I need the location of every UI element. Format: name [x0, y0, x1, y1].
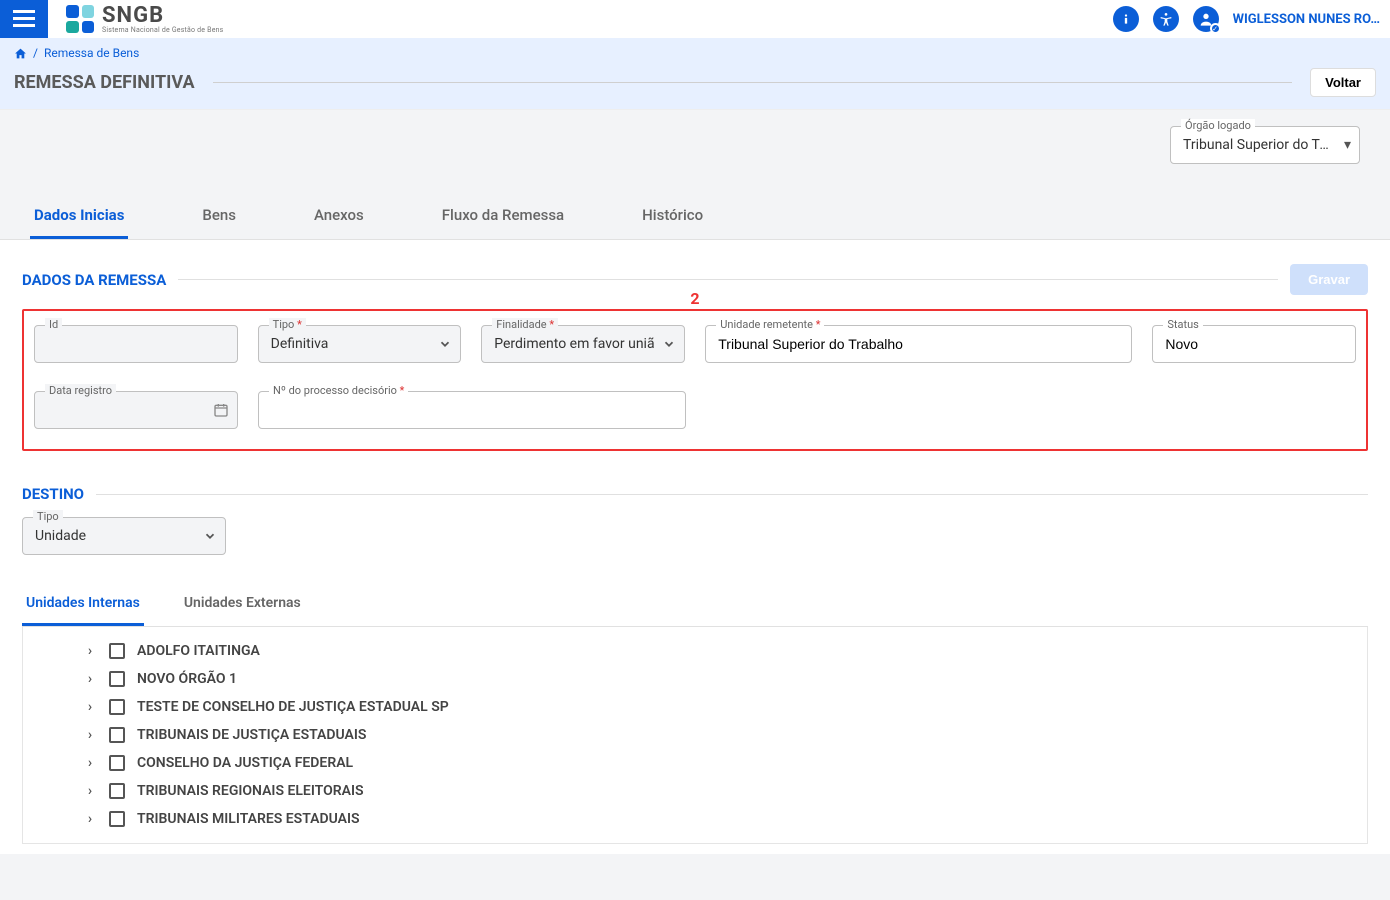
checkbox[interactable]: [109, 755, 125, 771]
page-header: / Remessa de Bens REMESSA DEFINITIVA Vol…: [0, 38, 1390, 110]
breadcrumb-remessa[interactable]: Remessa de Bens: [44, 46, 139, 60]
section-destino: DESTINO Tipo Unidade Unidades Internas U…: [0, 461, 1390, 854]
chevron-down-icon: [662, 337, 676, 351]
data-registro-label: Data registro: [45, 384, 116, 397]
unidade-label: Unidade remetente *: [716, 318, 824, 331]
finalidade-value: Perdimento em favor uniã: [494, 336, 654, 352]
tree-item[interactable]: › TRIBUNAIS MILITARES ESTADUAIS: [23, 805, 1367, 833]
num-processo-label: Nº do processo decisório *: [269, 384, 408, 397]
tipo-select[interactable]: Tipo * Definitiva: [258, 325, 462, 363]
tree-item-label: TRIBUNAIS MILITARES ESTADUAIS: [137, 811, 360, 827]
finalidade-select[interactable]: Finalidade * Perdimento em favor uniã: [481, 325, 685, 363]
chevron-right-icon[interactable]: ›: [83, 671, 97, 687]
tree-item[interactable]: › CONSELHO DA JUSTIÇA FEDERAL: [23, 749, 1367, 777]
checkbox[interactable]: [109, 699, 125, 715]
chevron-down-icon: [203, 529, 217, 543]
destino-tipo-label: Tipo: [33, 510, 63, 523]
divider: [213, 82, 1293, 83]
accessibility-icon[interactable]: [1153, 6, 1179, 32]
chevron-down-icon: [438, 337, 452, 351]
hamburger-button[interactable]: [0, 0, 48, 38]
user-avatar-icon[interactable]: ✓: [1193, 6, 1219, 32]
logo-mark-icon: [66, 5, 94, 33]
tab-fluxo[interactable]: Fluxo da Remessa: [438, 194, 568, 239]
destino-tipo-value: Unidade: [35, 528, 86, 544]
unidade-input[interactable]: [718, 336, 1101, 352]
page-title: REMESSA DEFINITIVA: [14, 72, 195, 93]
tree-item[interactable]: › ADOLFO ITAITINGA: [23, 637, 1367, 665]
chevron-right-icon[interactable]: ›: [83, 699, 97, 715]
subtab-unidades-internas[interactable]: Unidades Internas: [22, 583, 144, 626]
data-registro-input[interactable]: [47, 402, 207, 418]
divider: [178, 279, 1278, 280]
tree-item[interactable]: › TRIBUNAIS DE JUSTIÇA ESTADUAIS: [23, 721, 1367, 749]
id-input[interactable]: [47, 336, 207, 352]
checkbox[interactable]: [109, 671, 125, 687]
home-icon: [14, 47, 27, 60]
status-input[interactable]: [1165, 336, 1325, 352]
tree-item[interactable]: › TRIBUNAIS REGIONAIS ELEITORAIS: [23, 777, 1367, 805]
num-processo-field[interactable]: Nº do processo decisório *: [258, 391, 686, 429]
checkbox[interactable]: [109, 783, 125, 799]
tabs: Dados Inicias Bens Anexos Fluxo da Remes…: [0, 164, 1390, 240]
tab-historico[interactable]: Histórico: [638, 194, 707, 239]
app-logo: SNGB Sistema Nacional de Gestão de Bens: [66, 5, 224, 34]
checkbox[interactable]: [109, 643, 125, 659]
orgao-logado-value: Tribunal Superior do Tra…: [1183, 137, 1329, 153]
tree-item[interactable]: › TESTE DE CONSELHO DE JUSTIÇA ESTADUAL S…: [23, 693, 1367, 721]
tab-bens[interactable]: Bens: [198, 194, 240, 239]
dados-remessa-title: DADOS DA REMESSA: [22, 271, 166, 289]
orgao-logado-select[interactable]: Órgão logado Tribunal Superior do Tra… ▾: [1170, 126, 1360, 164]
checkbox[interactable]: [109, 811, 125, 827]
status-field[interactable]: Status: [1152, 325, 1356, 363]
logo-title: SNGB: [102, 5, 224, 27]
section-dados-remessa: DADOS DA REMESSA Gravar 2 Id Tipo * Defi…: [0, 240, 1390, 461]
voltar-button[interactable]: Voltar: [1310, 68, 1376, 97]
calendar-icon[interactable]: [213, 402, 229, 418]
username-label[interactable]: WIGLESSON NUNES RO…: [1233, 12, 1380, 27]
checkbox[interactable]: [109, 727, 125, 743]
orgao-logado-label: Órgão logado: [1181, 119, 1255, 132]
tree-item-label: TESTE DE CONSELHO DE JUSTIÇA ESTADUAL SP: [137, 699, 449, 715]
highlight-box-2: 2 Id Tipo * Definitiva Finalidade * Perd…: [22, 309, 1368, 451]
num-processo-input[interactable]: [271, 402, 655, 418]
id-field[interactable]: Id: [34, 325, 238, 363]
tipo-label: Tipo *: [269, 318, 306, 331]
logo-subtitle: Sistema Nacional de Gestão de Bens: [102, 27, 224, 34]
annotation-badge: 2: [690, 289, 699, 308]
destino-tipo-select[interactable]: Tipo Unidade: [22, 517, 226, 555]
tree-item-label: CONSELHO DA JUSTIÇA FEDERAL: [137, 755, 353, 771]
tree-item-label: TRIBUNAIS REGIONAIS ELEITORAIS: [137, 783, 364, 799]
tab-dados-iniciais[interactable]: Dados Inicias: [30, 194, 128, 239]
breadcrumb-sep: /: [33, 46, 38, 60]
chevron-right-icon[interactable]: ›: [83, 755, 97, 771]
finalidade-label: Finalidade *: [492, 318, 558, 331]
tree-item-label: ADOLFO ITAITINGA: [137, 643, 260, 659]
chevron-down-icon: ▾: [1344, 137, 1351, 153]
chevron-right-icon[interactable]: ›: [83, 643, 97, 659]
tab-anexos[interactable]: Anexos: [310, 194, 368, 239]
destino-title: DESTINO: [22, 485, 84, 503]
unidade-remetente-field[interactable]: Unidade remetente *: [705, 325, 1132, 363]
divider: [96, 494, 1368, 495]
status-label: Status: [1163, 318, 1202, 331]
chevron-right-icon[interactable]: ›: [83, 783, 97, 799]
topbar: SNGB Sistema Nacional de Gestão de Bens …: [0, 0, 1390, 38]
chevron-right-icon[interactable]: ›: [83, 727, 97, 743]
chevron-right-icon[interactable]: ›: [83, 811, 97, 827]
breadcrumb-home[interactable]: [14, 47, 27, 60]
breadcrumb: / Remessa de Bens: [14, 46, 1376, 60]
destino-subtabs: Unidades Internas Unidades Externas: [22, 583, 1368, 627]
data-registro-field[interactable]: Data registro: [34, 391, 238, 429]
unidades-tree: › ADOLFO ITAITINGA › NOVO ÓRGÃO 1 › TESTE D…: [22, 627, 1368, 844]
tree-item-label: NOVO ÓRGÃO 1: [137, 671, 237, 687]
id-label: Id: [45, 318, 62, 331]
tipo-value: Definitiva: [271, 336, 329, 352]
info-icon[interactable]: [1113, 6, 1139, 32]
tree-item-label: TRIBUNAIS DE JUSTIÇA ESTADUAIS: [137, 727, 366, 743]
tree-item[interactable]: › NOVO ÓRGÃO 1: [23, 665, 1367, 693]
subtab-unidades-externas[interactable]: Unidades Externas: [180, 583, 305, 626]
gravar-button[interactable]: Gravar: [1290, 264, 1368, 295]
